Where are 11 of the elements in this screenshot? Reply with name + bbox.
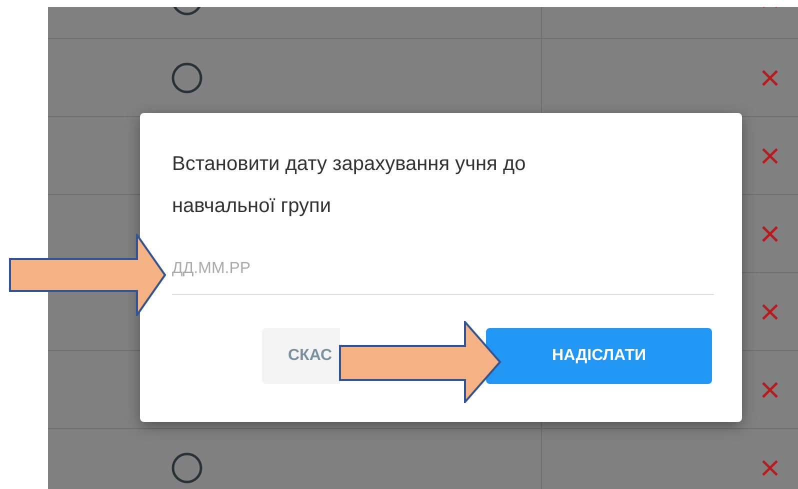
circle-icon[interactable] [171, 452, 203, 484]
close-icon[interactable] [760, 380, 780, 400]
close-icon[interactable] [760, 224, 780, 244]
cancel-button[interactable]: СКАС [262, 328, 340, 384]
close-icon[interactable] [760, 302, 780, 322]
close-icon[interactable] [760, 146, 780, 166]
close-icon[interactable] [760, 68, 780, 88]
dialog-title: Встановити дату зарахування учня до навчальної групи [172, 152, 527, 219]
submit-button[interactable]: НАДІСЛАТИ [486, 328, 712, 384]
close-icon[interactable] [760, 458, 780, 478]
circle-icon[interactable] [171, 62, 203, 94]
